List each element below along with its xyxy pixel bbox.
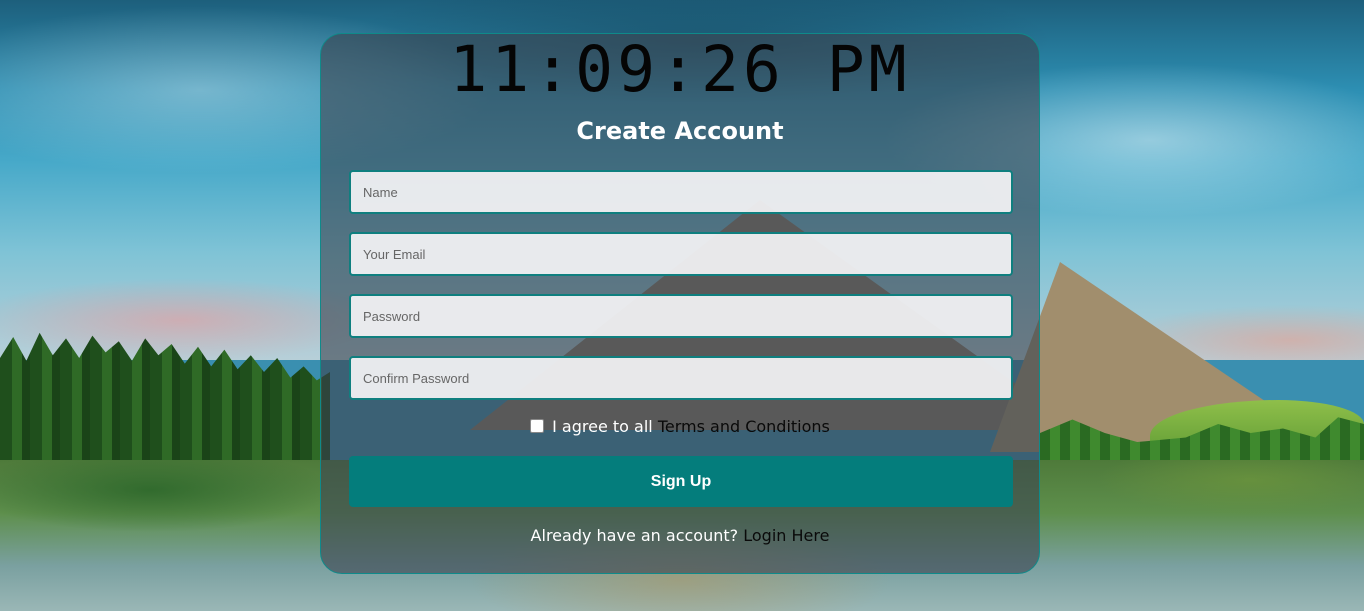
- login-prompt: Already have an account? Login Here: [321, 526, 1039, 545]
- login-link[interactable]: Login Here: [743, 526, 829, 545]
- name-input[interactable]: [349, 170, 1013, 214]
- terms-prefix: I agree to all: [552, 417, 653, 436]
- sign-up-button[interactable]: Sign Up: [349, 456, 1013, 507]
- terms-agreement: I agree to all Terms and Conditions: [321, 417, 1039, 436]
- terms-link[interactable]: Terms and Conditions: [658, 417, 830, 436]
- password-input[interactable]: [349, 294, 1013, 338]
- clock: 11:09:26 PM: [449, 33, 911, 106]
- login-prompt-text: Already have an account?: [530, 526, 739, 545]
- email-input[interactable]: [349, 232, 1013, 276]
- form-title: Create Account: [576, 117, 784, 145]
- signup-card: 11:09:26 PM Create Account I agree to al…: [320, 33, 1040, 574]
- confirm-password-input[interactable]: [349, 356, 1013, 400]
- terms-checkbox[interactable]: [530, 418, 545, 433]
